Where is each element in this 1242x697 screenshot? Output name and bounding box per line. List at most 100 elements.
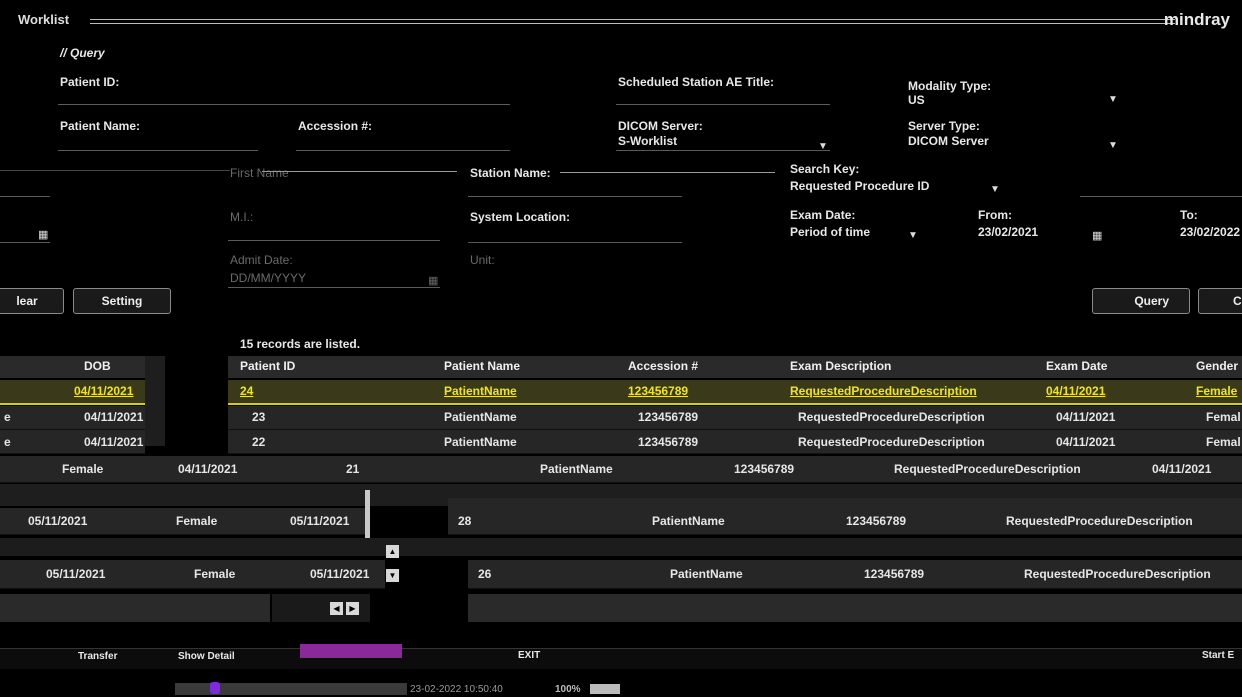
mi-label: M.I.:: [230, 210, 254, 224]
row5-date: 05/11/2021: [46, 567, 106, 581]
system-location-label: System Location:: [470, 210, 571, 224]
admit-date-label: Admit Date:: [230, 253, 293, 267]
show-detail-button[interactable]: Show Detail: [178, 651, 235, 662]
col-accession-header[interactable]: Accession #: [628, 359, 698, 373]
row5-id: 26: [478, 567, 492, 581]
search-key-select[interactable]: Requested Procedure ID: [790, 179, 929, 193]
row1-dob: 04/11/2021: [84, 410, 144, 424]
row2-acc: 123456789: [638, 435, 699, 449]
from-calendar-icon[interactable]: ▦: [1092, 229, 1102, 242]
highlighted-button[interactable]: [300, 644, 402, 658]
row1-acc: 123456789: [638, 410, 699, 424]
accession-input[interactable]: [296, 150, 510, 151]
start-exam-button[interactable]: Start E: [1202, 650, 1234, 661]
row2-gender: Femal: [1206, 435, 1241, 449]
dicom-server-select[interactable]: S-Worklist: [618, 134, 677, 148]
row2-id: 22: [252, 435, 266, 449]
patient-id-input[interactable]: [58, 104, 510, 105]
modality-dropdown-icon[interactable]: ▼: [1108, 94, 1118, 105]
to-date-field[interactable]: 23/02/2022: [1180, 225, 1240, 239]
row3-id: 21: [346, 462, 360, 476]
scroll-up-button[interactable]: ▲: [386, 545, 399, 558]
patient-name-input[interactable]: [58, 150, 258, 151]
row1-gender: Femal: [1206, 410, 1241, 424]
mi-input[interactable]: [228, 240, 440, 241]
search-key-dropdown-icon[interactable]: ▼: [990, 184, 1000, 195]
row3-date: 04/11/2021: [1152, 462, 1212, 476]
row2-name: PatientName: [444, 435, 517, 449]
row3-desc: RequestedProcedureDescription: [894, 462, 1081, 476]
row4-dob: 05/11/2021: [290, 514, 350, 528]
row4-desc: RequestedProcedureDescription: [1006, 514, 1193, 528]
row0-acc: 123456789: [628, 384, 689, 398]
brand-logo: mindray: [1163, 10, 1230, 29]
setting-button[interactable]: Setting: [73, 288, 171, 314]
row5-dob: 05/11/2021: [310, 567, 370, 581]
scroll-left-button[interactable]: ◀: [330, 602, 343, 615]
col-patient-id-header[interactable]: Patient ID: [240, 359, 295, 373]
col-exam-date-header[interactable]: Exam Date: [1046, 359, 1107, 373]
station-name-input: [468, 196, 682, 197]
records-count: 15 records are listed.: [240, 337, 361, 351]
row4-name: PatientName: [652, 514, 725, 528]
patient-id-label: Patient ID:: [60, 75, 120, 89]
row3-name: PatientName: [540, 462, 613, 476]
transfer-button[interactable]: Transfer: [78, 651, 117, 662]
scroll-down-button[interactable]: ▼: [386, 569, 399, 582]
row5-gender: Female: [194, 567, 236, 581]
row4-gender: Female: [176, 514, 218, 528]
clear-button[interactable]: lear: [0, 288, 64, 314]
station-name-underline: [560, 172, 775, 173]
row1-date: 04/11/2021: [1056, 410, 1116, 424]
horizontal-scrollbar[interactable]: [0, 594, 270, 622]
row5-name: PatientName: [670, 567, 743, 581]
title-line: [90, 19, 1175, 24]
scheduled-station-label: Scheduled Station AE Title:: [618, 75, 775, 89]
to-label: To:: [1180, 208, 1198, 222]
scheduled-station-input[interactable]: [616, 104, 830, 105]
panel-divider: [0, 170, 230, 171]
table-header-left: [0, 356, 145, 378]
admit-calendar-icon[interactable]: ▦: [428, 274, 438, 287]
horizontal-scrollbar-right[interactable]: [468, 594, 1242, 622]
server-type-select[interactable]: DICOM Server: [908, 134, 989, 148]
col-patient-name-header[interactable]: Patient Name: [444, 359, 520, 373]
admit-date-underline: [228, 287, 440, 288]
row0-name: PatientName: [444, 384, 517, 398]
table-left-scroll-panel: [145, 356, 165, 446]
server-type-label: Server Type:: [908, 119, 980, 133]
patient-name-label: Patient Name:: [60, 119, 141, 133]
taskbar-icon-highlight[interactable]: [210, 682, 220, 694]
row1-id: 23: [252, 410, 266, 424]
col-dob-header[interactable]: DOB: [84, 359, 111, 373]
dicom-server-label: DICOM Server:: [618, 119, 703, 133]
server-type-dropdown-icon[interactable]: ▼: [1108, 140, 1118, 151]
exit-button[interactable]: EXIT: [518, 650, 540, 661]
cancel-button[interactable]: C: [1198, 288, 1242, 314]
window-title: Worklist: [18, 12, 70, 27]
row3-acc: 123456789: [734, 462, 795, 476]
calendar-icon[interactable]: ▦: [38, 228, 48, 241]
row2-desc: RequestedProcedureDescription: [798, 435, 985, 449]
row0-dob: 04/11/2021: [74, 384, 134, 398]
row0-desc: RequestedProcedureDescription: [790, 384, 977, 398]
from-date-field[interactable]: 23/02/2021: [978, 225, 1038, 239]
system-location-input[interactable]: [468, 242, 682, 243]
row5-desc: RequestedProcedureDescription: [1024, 567, 1211, 581]
row0-id: 24: [240, 384, 254, 398]
row5-acc: 123456789: [864, 567, 925, 581]
col-exam-desc-header[interactable]: Exam Description: [790, 359, 891, 373]
modality-select[interactable]: US: [908, 93, 925, 107]
query-button[interactable]: Query: [1092, 288, 1190, 314]
exam-date-dropdown-icon[interactable]: ▼: [908, 230, 918, 241]
battery-icon: [590, 684, 620, 694]
search-key-label: Search Key:: [790, 162, 860, 176]
search-key-underline: [1080, 196, 1242, 197]
row0-date: 04/11/2021: [1046, 384, 1106, 398]
scroll-right-button[interactable]: ▶: [346, 602, 359, 615]
row2-prefix: e: [4, 435, 11, 449]
first-name-underline: [262, 171, 457, 172]
col-gender-header[interactable]: Gender: [1196, 359, 1238, 373]
admit-date-field[interactable]: DD/MM/YYYY: [230, 271, 306, 285]
exam-date-select[interactable]: Period of time: [790, 225, 870, 239]
